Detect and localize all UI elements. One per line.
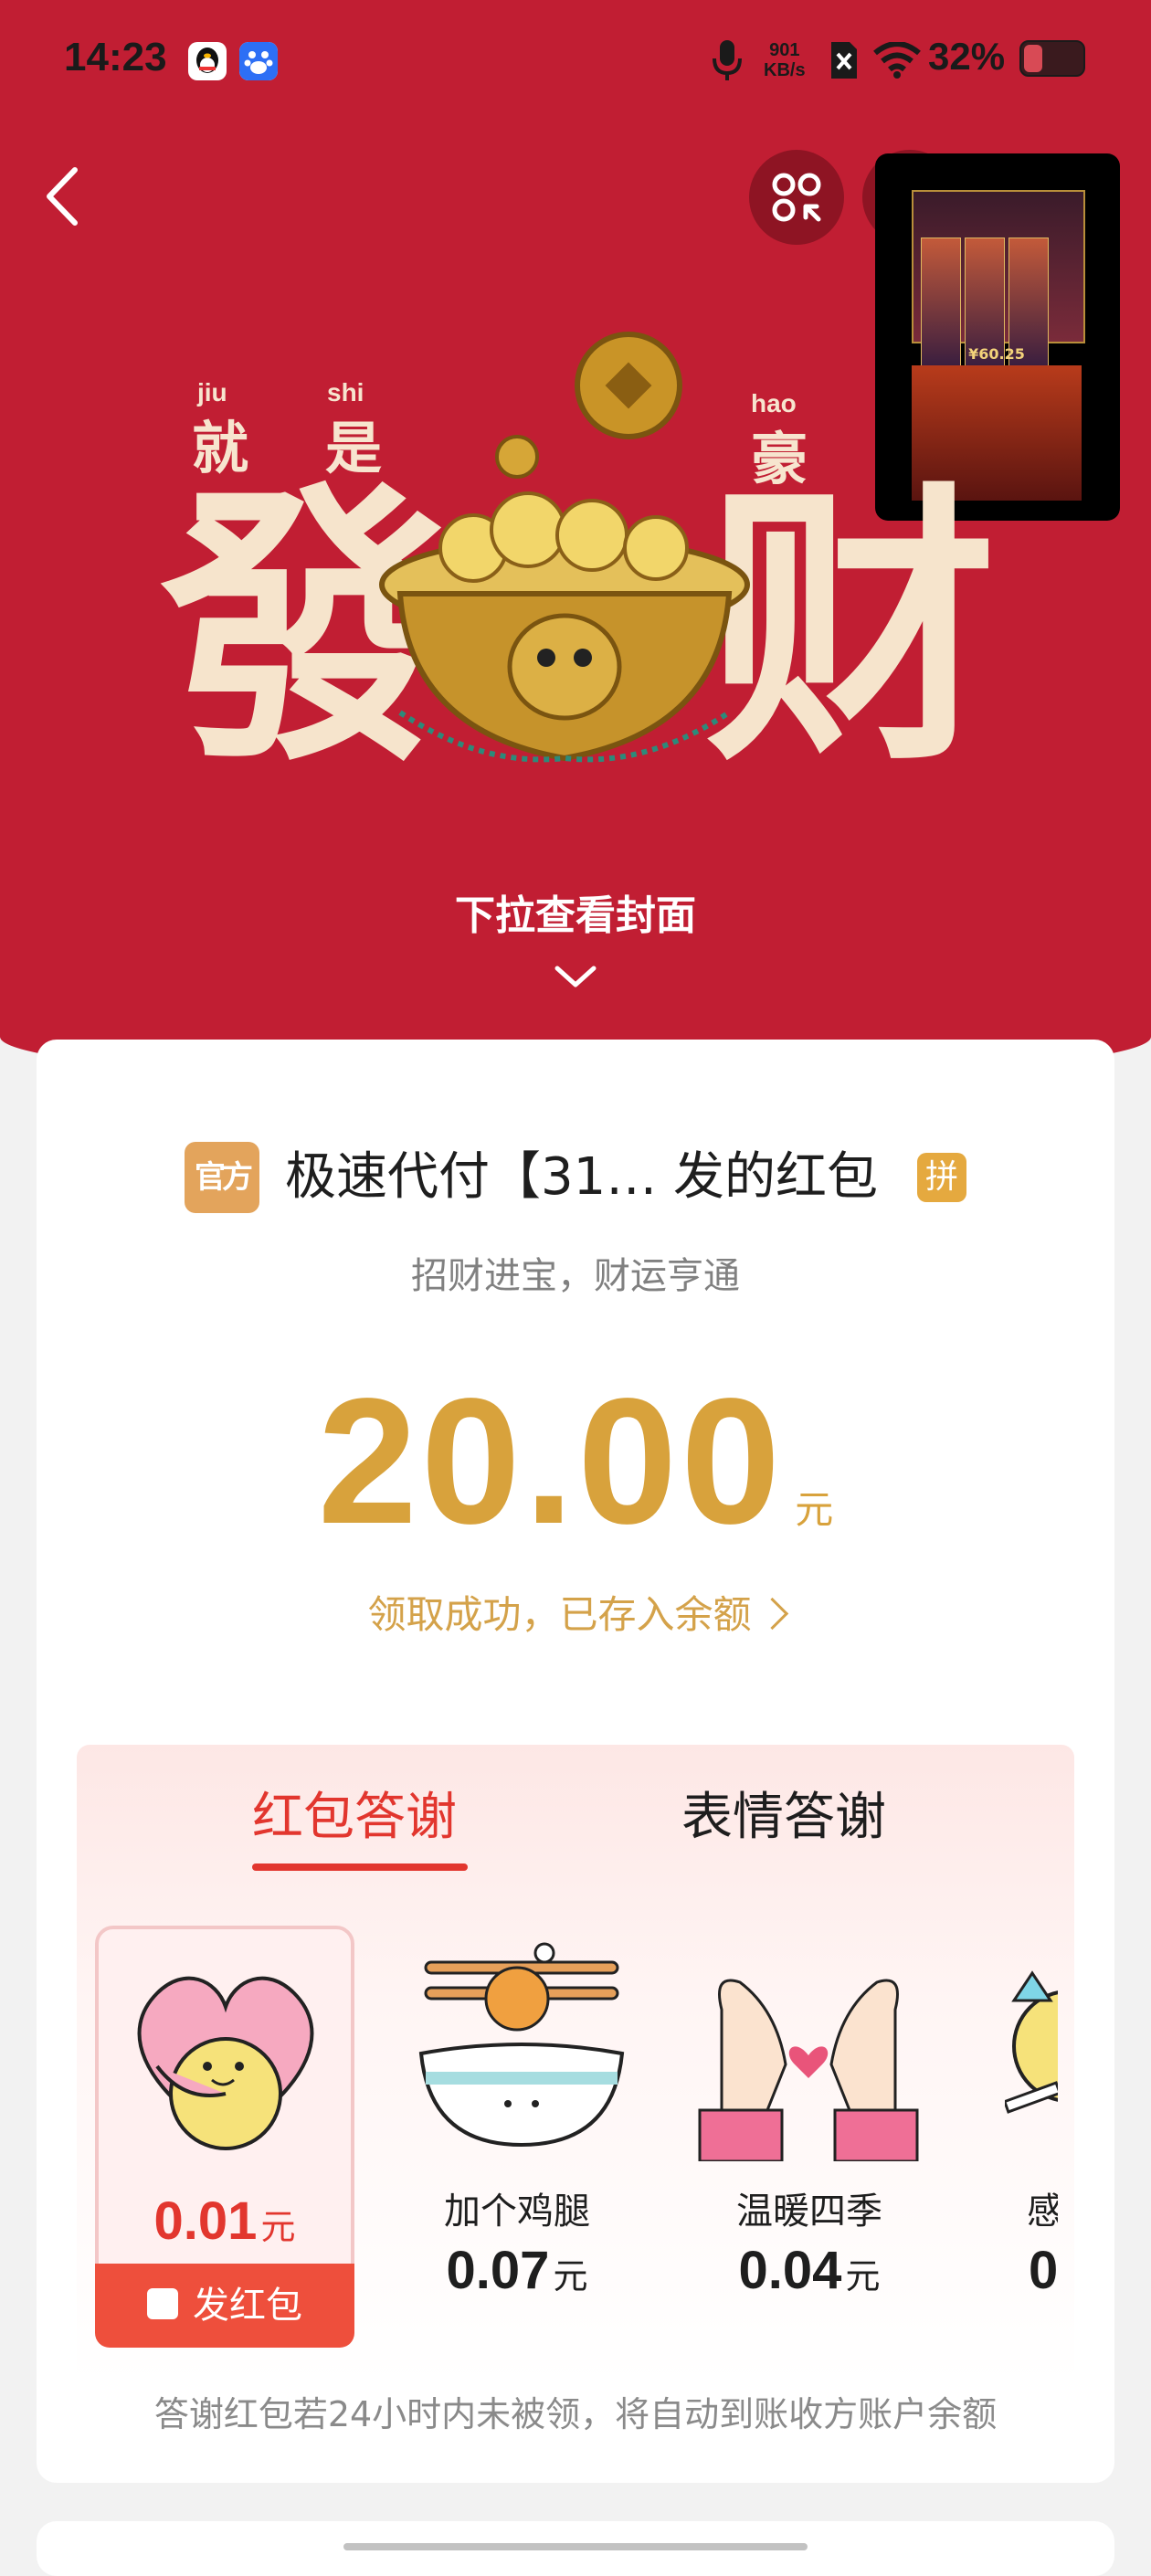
sender-title: 极速代付【31… 发的红包 [285, 1147, 879, 1207]
chevron-down-icon [554, 966, 597, 987]
net-speed-unit: KB/s [764, 60, 806, 80]
price-unit: 元 [260, 2207, 296, 2247]
chevron-right-icon [755, 1597, 788, 1631]
rice-bowl-drumstick-sticker [418, 1942, 625, 2148]
thanks-item-price-selected: 0.01 元 [95, 2191, 354, 2252]
price-unit: 元 [553, 2256, 588, 2296]
qq-icon [188, 42, 227, 80]
amount-display: 20.00 元 [0, 1370, 1151, 1553]
no-sim-icon [828, 40, 861, 84]
red-packet-icon [147, 2288, 178, 2319]
pull-down-hint[interactable]: 下拉查看封面 [0, 882, 1151, 941]
heart-hug-sticker [137, 1976, 314, 2150]
home-indicator[interactable] [343, 2543, 808, 2550]
net-speed-value: 901 [769, 40, 800, 60]
back-arrow-icon [47, 167, 78, 226]
send-button-label: 发红包 [193, 2285, 302, 2327]
blessing-text: 招财进宝，财运亨通 [411, 1255, 740, 1297]
price-value: 0.04 [738, 2241, 842, 2300]
battery-level-fill [1024, 45, 1042, 72]
thanks-item-price: 0.04 元 [691, 2240, 928, 2301]
net-speed: 901 KB/s [764, 40, 806, 80]
pin-badge: 拼 [917, 1153, 966, 1202]
shrink-window-button[interactable] [749, 150, 844, 245]
thanks-item-label: 加个鸡腿 [444, 2191, 590, 2233]
amount-value: 20.00 [317, 1361, 785, 1561]
official-badge: 官方 [185, 1142, 259, 1213]
wifi-icon [873, 41, 921, 82]
status-time: 14:23 [64, 35, 167, 79]
active-tab-underline [252, 1863, 468, 1871]
price-value: 0.07 [446, 2241, 550, 2300]
treasure-bowl-illustration [379, 332, 750, 763]
status-bar: 14:23 901 KB/s 32% [0, 0, 1151, 128]
amount-unit: 元 [795, 1487, 834, 1532]
price-unit: 元 [845, 2256, 881, 2296]
battery-icon [1019, 40, 1085, 77]
mic-icon [711, 38, 744, 88]
pip-slot-screen [912, 190, 1085, 367]
battery-percent: 32% [928, 35, 1006, 78]
claimed-balance-link[interactable]: 领取成功，已存入余额 [0, 1584, 1151, 1640]
price-value: 0.01 [153, 2191, 258, 2251]
thanks-footnote: 答谢红包若24小时内未被领，将自动到账收方账户余额 [153, 2394, 998, 2434]
thanks-item-price: 0.07 元 [398, 2240, 636, 2301]
pip-win-amount: ¥60.25 [968, 345, 1025, 363]
partial-sticker [1005, 1970, 1058, 2114]
thanks-item[interactable]: 感 0 [987, 1927, 1058, 2348]
thanks-item-label: 温暖四季 [736, 2191, 882, 2233]
claimed-text: 领取成功，已存入余额 [367, 1592, 752, 1637]
back-button[interactable] [37, 164, 100, 228]
tab-sticker-thanks[interactable]: 表情答谢 [681, 1776, 886, 1850]
tab-red-packet-thanks[interactable]: 红包答谢 [252, 1776, 457, 1850]
send-red-packet-button[interactable]: 发红包 [95, 2264, 354, 2348]
baidu-icon [239, 42, 278, 80]
thanks-item-price: 0 [1029, 2241, 1058, 2300]
heart-hands-sticker [698, 1979, 919, 2161]
thanks-item-label: 感 [1027, 2191, 1058, 2233]
shrink-window-icon [772, 173, 821, 222]
